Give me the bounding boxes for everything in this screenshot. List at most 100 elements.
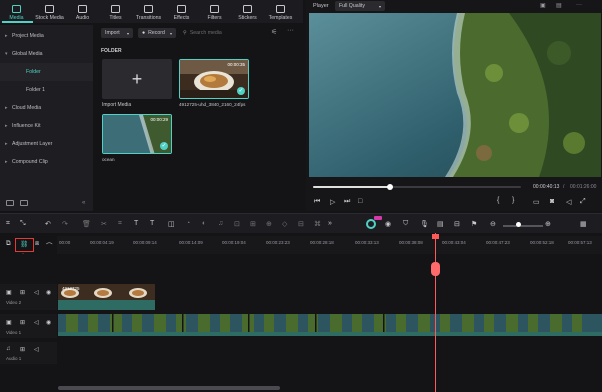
clip-video-2[interactable]: 4912725 — [58, 284, 155, 300]
nav-folder[interactable]: Folder — [0, 63, 93, 81]
tab-stock-media[interactable]: Stock Media — [33, 0, 66, 23]
marker-icon[interactable]: ⚑ — [471, 220, 477, 228]
snap-icon[interactable]: ⊟ — [454, 220, 460, 228]
eye-icon[interactable]: ◉ — [46, 319, 51, 326]
nav-global-media[interactable]: ▾ Global Media — [0, 45, 93, 63]
checkmark-icon: ✓ — [237, 87, 245, 95]
more-icon[interactable]: ··· — [287, 27, 294, 34]
filter-icon[interactable]: ⚟ — [271, 28, 277, 36]
media-thumbnail-food[interactable]: 00:00:35 ✓ — [179, 59, 249, 99]
next-frame-icon[interactable]: ⏭ — [344, 198, 350, 206]
camera-icon[interactable]: ◙ — [550, 198, 554, 205]
search-input[interactable]: ⚲ Search media — [183, 28, 268, 38]
collapse-panel-icon[interactable]: « — [82, 200, 85, 206]
new-folder-icon[interactable] — [6, 200, 14, 206]
tab-transitions[interactable]: Transitions — [132, 0, 165, 23]
lock-icon[interactable]: ⊞ — [20, 289, 25, 296]
snapshot-icon[interactable]: ▣ — [540, 2, 546, 9]
render-icon[interactable]: ◉ — [385, 220, 391, 228]
transform-icon[interactable]: ⊟ — [298, 220, 304, 228]
mute-icon[interactable]: ◁ — [34, 346, 39, 353]
folder-heading: FOLDER — [101, 48, 122, 54]
microphone-icon[interactable]: 🎙︎ — [420, 220, 429, 228]
audio-icon[interactable]: ♫ — [218, 220, 223, 227]
nav-folder-1[interactable]: Folder 1 — [0, 81, 93, 99]
keyframe-icon[interactable]: ◇ — [282, 220, 287, 228]
nav-compound-clip[interactable]: ▸ Compound Clip — [0, 153, 93, 171]
previous-frame-icon[interactable]: ⏮ — [314, 198, 320, 206]
record-icon: ● — [142, 30, 146, 36]
text-icon[interactable]: T — [134, 220, 138, 227]
timeline-ruler[interactable]: 00:00 00:00:04:19 00:00:09:14 00:00:14:0… — [57, 236, 602, 254]
adjust-icon[interactable]: ◫ — [168, 220, 175, 228]
zoom-out-icon[interactable]: ⊖ — [490, 220, 496, 228]
add-track-icon[interactable]: ⧉ — [6, 240, 11, 248]
tab-audio[interactable]: Audio — [66, 0, 99, 23]
tab-templates[interactable]: Templates — [264, 0, 297, 23]
mute-icon[interactable]: ◁ — [34, 319, 39, 326]
freeze-icon[interactable]: ⊕ — [266, 220, 272, 228]
lock-icon[interactable]: ⊞ — [20, 346, 25, 353]
clip-video-1[interactable] — [58, 314, 602, 332]
zoom-slider-handle[interactable] — [516, 222, 521, 227]
playback-progress-handle[interactable] — [386, 184, 393, 190]
ai-tool-icon[interactable] — [366, 219, 376, 229]
magnet-icon[interactable]: ⌒ — [46, 240, 53, 250]
monitor-icon[interactable]: ▭ — [533, 198, 540, 206]
playback-progress-track[interactable] — [313, 186, 521, 188]
speed-icon[interactable]: ◔ — [186, 220, 190, 227]
crop-icon[interactable]: ⌗ — [118, 220, 122, 228]
track-settings-icon[interactable]: ⧈ — [35, 240, 39, 248]
multi-select-icon[interactable]: ⌗ — [6, 220, 10, 228]
detach-icon[interactable]: ⌘ — [314, 220, 321, 228]
nav-cloud-media[interactable]: ▸ Cloud Media — [0, 99, 93, 117]
shield-icon[interactable]: ⛉ — [403, 220, 408, 228]
stop-icon[interactable]: □ — [358, 198, 362, 205]
tab-effects[interactable]: Effects — [165, 0, 198, 23]
redo-icon[interactable]: ↷ — [62, 220, 68, 228]
layout-icon[interactable]: ▤ — [556, 2, 562, 9]
delete-icon[interactable]: 🗑︎ — [82, 220, 91, 228]
mute-icon[interactable]: ◁ — [34, 289, 39, 296]
mask-icon[interactable]: ⊡ — [234, 220, 240, 228]
media-thumbnail-ocean[interactable]: 00:00:29 ✓ — [102, 114, 172, 154]
more-icon[interactable]: ··· — [576, 2, 582, 8]
eye-icon[interactable]: ◉ — [46, 289, 51, 296]
play-icon[interactable]: ▷ — [330, 198, 335, 206]
video-preview — [309, 13, 601, 177]
import-media-tile[interactable]: + — [102, 59, 172, 99]
fullscreen-icon[interactable]: ⤢ — [580, 198, 586, 206]
mark-in-icon[interactable]: { — [497, 197, 499, 204]
chevron-down-icon: ▾ — [5, 51, 8, 57]
lock-icon[interactable]: ⊞ — [20, 319, 25, 326]
playhead-handle[interactable] — [431, 262, 440, 276]
quality-dropdown[interactable]: Full Quality ▾ — [335, 1, 385, 11]
nav-project-media[interactable]: ▸ Project Media — [0, 27, 93, 45]
mark-out-icon[interactable]: } — [512, 197, 514, 204]
link-icon[interactable]: ⛓ — [20, 240, 28, 248]
zoom-slider[interactable] — [503, 225, 543, 227]
nav-influence-kit[interactable]: ▸ Influence Kit — [0, 117, 93, 135]
tab-stickers[interactable]: Stickers — [231, 0, 264, 23]
split-icon[interactable]: ✂ — [101, 220, 107, 228]
import-dropdown[interactable]: Import ▾ — [101, 28, 133, 38]
zoom-in-icon[interactable]: ⊕ — [545, 220, 551, 228]
stabilize-icon[interactable]: ⊞ — [250, 220, 256, 228]
timeline-scrollbar[interactable] — [58, 386, 280, 390]
nav-adjustment-layer[interactable]: ▸ Adjustment Layer — [0, 135, 93, 153]
undo-icon[interactable]: ↶ — [45, 220, 51, 228]
more-tools-icon[interactable]: » — [328, 220, 332, 227]
tab-titles[interactable]: Titles — [99, 0, 132, 23]
text-edit-icon[interactable]: T — [150, 220, 154, 227]
timeline-layout-icon[interactable]: ▦ — [580, 220, 587, 228]
voiceover-icon[interactable]: ▤ — [437, 220, 444, 228]
playhead[interactable] — [435, 233, 436, 392]
record-dropdown[interactable]: ● Record ▾ — [138, 28, 176, 38]
tab-filters[interactable]: Filters — [198, 0, 231, 23]
folder-icon[interactable] — [20, 200, 28, 206]
selection-tool-icon[interactable]: ⤡ — [20, 220, 26, 228]
color-icon[interactable]: ◐ — [202, 220, 206, 227]
clip-title: 4912725 — [62, 286, 80, 291]
tab-media[interactable]: Media — [0, 0, 33, 23]
volume-icon[interactable]: ◁ — [566, 198, 571, 206]
